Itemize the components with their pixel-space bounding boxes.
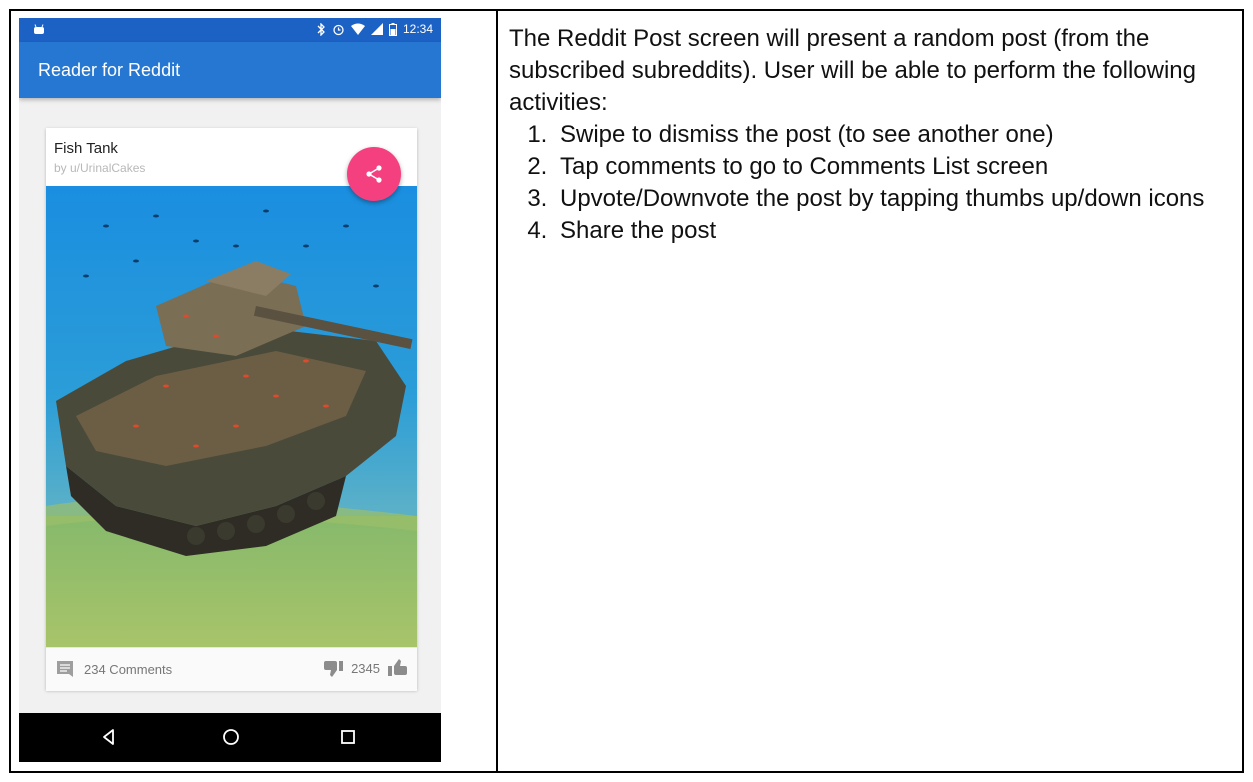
- navigation-bar: [19, 713, 441, 762]
- signal-icon: [370, 23, 383, 35]
- share-button[interactable]: [347, 147, 401, 201]
- android-icon: [34, 24, 44, 34]
- alarm-icon: [333, 24, 344, 35]
- recents-icon[interactable]: [335, 724, 361, 750]
- vote-score: 2345: [351, 660, 380, 676]
- description-intro: The Reddit Post screen will present a ra…: [509, 25, 1196, 116]
- post-footer: 234 Comments 2345: [46, 647, 417, 691]
- comments-count: 234 Comments: [84, 661, 173, 677]
- thumbs-down-icon[interactable]: [323, 657, 345, 679]
- post-author: by u/UrinalCakes: [54, 161, 146, 175]
- activity-list: Swipe to dismiss the post (to see anothe…: [509, 119, 1209, 247]
- bluetooth-icon: [317, 22, 325, 36]
- battery-icon: [388, 22, 397, 36]
- screen-description: The Reddit Post screen will present a ra…: [509, 23, 1209, 247]
- back-icon[interactable]: [96, 724, 122, 750]
- share-icon: [366, 165, 382, 183]
- vote-controls: 2345: [323, 657, 408, 679]
- status-bar: 12:34: [19, 18, 441, 42]
- list-item: Swipe to dismiss the post (to see anothe…: [554, 119, 1209, 151]
- underwater-tank-image: [46, 186, 417, 647]
- wifi-icon: [350, 23, 365, 35]
- list-item: Share the post: [554, 215, 1209, 247]
- app-bar: Reader for Reddit: [19, 42, 441, 98]
- phone-screenshot: 12:34 Reader for Reddit Fish Tank by u/U…: [19, 18, 441, 762]
- list-item: Upvote/Downvote the post by tapping thum…: [554, 183, 1209, 215]
- post-card[interactable]: Fish Tank by u/UrinalCakes 234 Comments …: [46, 128, 417, 691]
- column-divider: [496, 11, 498, 771]
- status-time: 12:34: [402, 22, 433, 36]
- list-item: Tap comments to go to Comments List scre…: [554, 151, 1209, 183]
- home-icon[interactable]: [218, 724, 244, 750]
- comment-icon: [57, 661, 73, 677]
- comments-button[interactable]: 234 Comments: [56, 660, 172, 678]
- thumbs-up-icon[interactable]: [386, 657, 408, 679]
- post-title: Fish Tank: [54, 140, 118, 157]
- app-title: Reader for Reddit: [38, 60, 181, 80]
- post-image[interactable]: [46, 186, 417, 647]
